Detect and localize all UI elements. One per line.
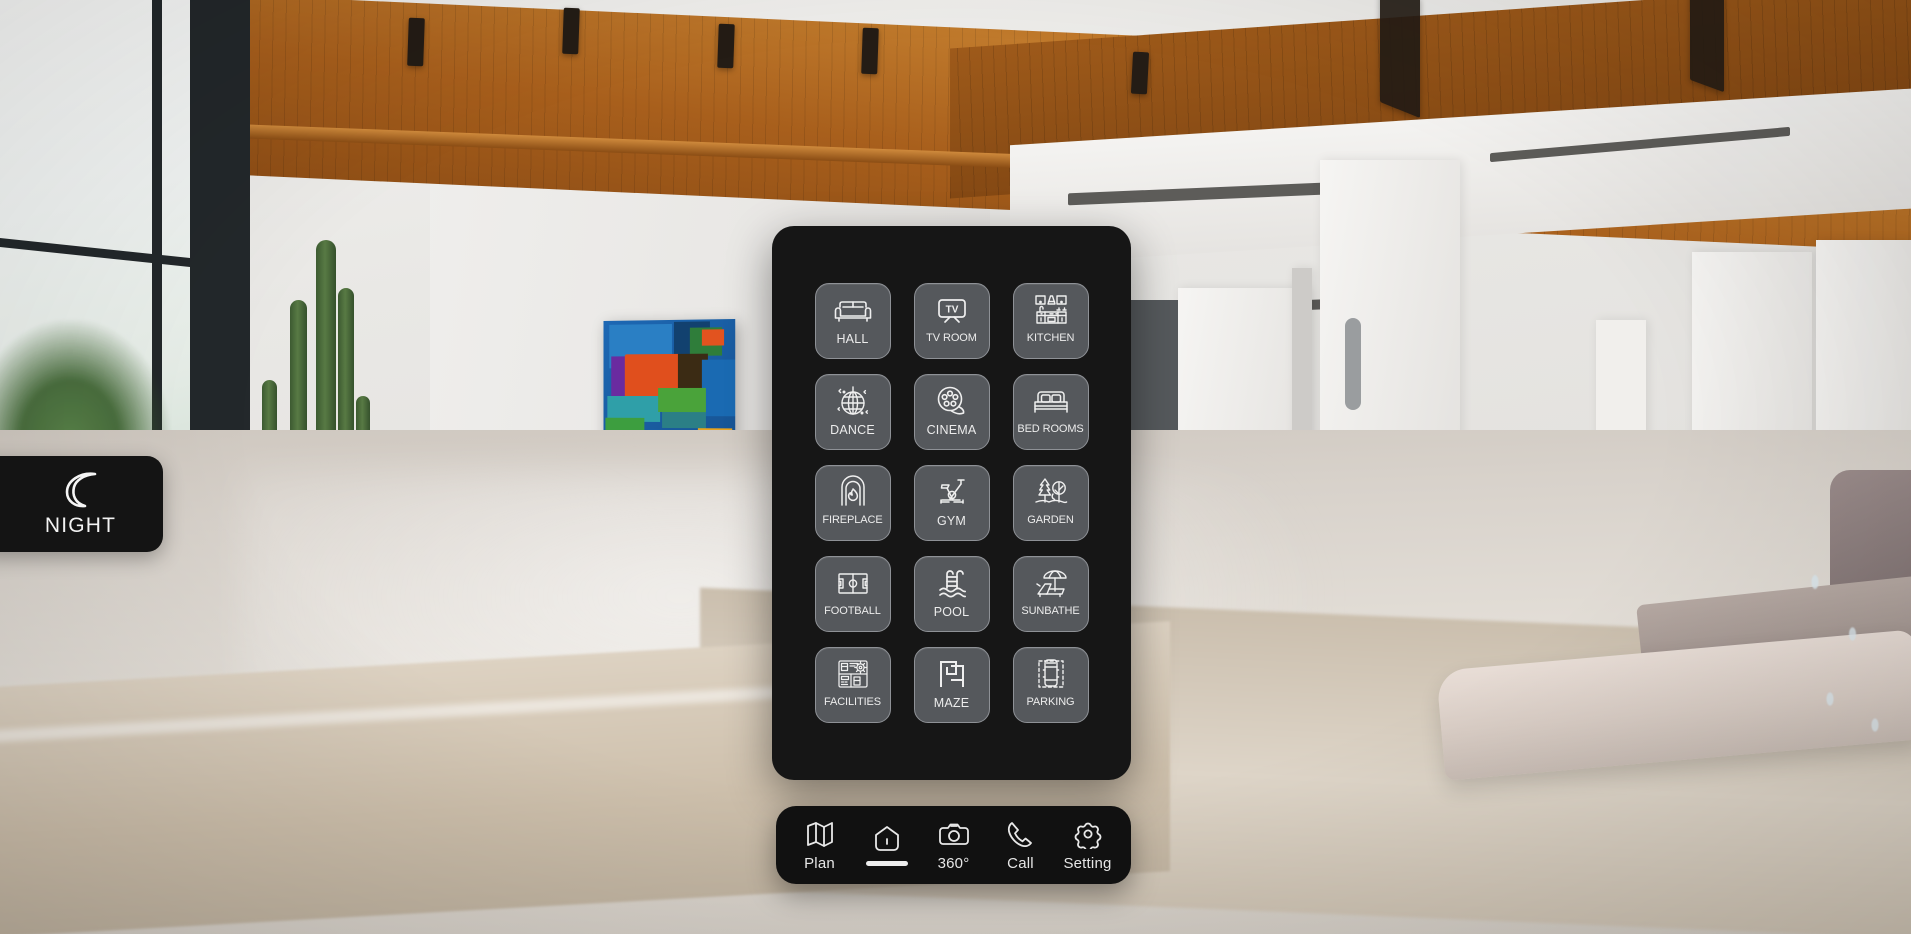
pool-ladder-icon	[930, 564, 974, 604]
virtual-tour-screen: NIGHT HALL TV TV ROOM KITCHEN DANCE CINE…	[0, 0, 1911, 934]
room-menu-grid: HALL TV TV ROOM KITCHEN DANCE CINEMA BED…	[814, 283, 1089, 723]
room-tile-tv-room[interactable]: TV TV ROOM	[913, 283, 990, 359]
room-tile-fireplace[interactable]: FIREPLACE	[814, 465, 891, 541]
ceiling-beam-large	[1380, 0, 1420, 119]
room-tile-pool[interactable]: POOL	[913, 556, 990, 632]
room-tile-maze[interactable]: MAZE	[913, 647, 990, 723]
kitchen-cabinets-icon	[1029, 291, 1073, 331]
moon-icon	[55, 470, 107, 510]
ceiling-beam	[1130, 51, 1150, 95]
television-icon: TV	[930, 291, 974, 331]
toolbar-item-setting[interactable]: Setting	[1059, 819, 1117, 871]
bottom-toolbar: Plan 360° Call Setting	[776, 806, 1131, 884]
room-tile-label: POOL	[933, 605, 970, 619]
home-indicator-bar	[865, 861, 908, 866]
room-tile-label: GARDEN	[1027, 514, 1074, 526]
room-tile-label: FACILITIES	[823, 696, 882, 708]
wall-slot	[1345, 318, 1361, 410]
room-tile-garden[interactable]: GARDEN	[1012, 465, 1089, 541]
disco-ball-icon	[831, 382, 875, 422]
room-tile-bed-rooms[interactable]: BED ROOMS	[1012, 374, 1089, 450]
ceiling-beam	[861, 27, 879, 75]
night-mode-badge[interactable]: NIGHT	[0, 456, 163, 552]
toolbar-label: Call	[1007, 855, 1034, 872]
ceiling-beam-large	[1690, 0, 1724, 93]
sun-lounger-icon	[1029, 564, 1073, 604]
room-tile-football[interactable]: FOOTBALL	[814, 556, 891, 632]
room-tile-label: DANCE	[830, 423, 875, 437]
toolbar-item-call[interactable]: Call	[992, 819, 1050, 871]
room-tile-label: KITCHEN	[1026, 332, 1075, 344]
room-tile-sunbathe[interactable]: SUNBATHE	[1012, 556, 1089, 632]
room-menu-panel: HALL TV TV ROOM KITCHEN DANCE CINEMA BED…	[772, 226, 1131, 780]
blueprint-gear-icon	[831, 655, 875, 695]
fireplace-icon	[831, 473, 875, 513]
room-tile-parking[interactable]: PARKING	[1012, 647, 1089, 723]
room-tile-dance[interactable]: DANCE	[814, 374, 891, 450]
room-tile-label: TV ROOM	[926, 332, 977, 344]
room-tile-kitchen[interactable]: KITCHEN	[1012, 283, 1089, 359]
film-reel-icon	[930, 382, 974, 422]
home-icon	[870, 824, 904, 854]
room-tile-label: HALL	[836, 332, 869, 346]
toolbar-item-home[interactable]	[858, 824, 916, 866]
room-tile-label: MAZE	[933, 696, 970, 710]
parked-car-icon	[1029, 655, 1073, 695]
camera-icon	[937, 819, 971, 849]
room-tile-label: CINEMA	[926, 423, 977, 437]
ceiling-beam	[717, 23, 735, 69]
room-tile-label: SUNBATHE	[1021, 605, 1080, 617]
toolbar-item-360[interactable]: 360°	[925, 819, 983, 871]
ceiling-beam	[407, 17, 425, 67]
trees-icon	[1029, 473, 1073, 513]
room-tile-label: BED ROOMS	[1017, 423, 1084, 435]
room-tile-label: PARKING	[1026, 696, 1075, 708]
decorative-branches	[1770, 530, 1911, 790]
bed-icon	[1029, 382, 1073, 422]
phone-icon	[1004, 819, 1038, 849]
room-tile-cinema[interactable]: CINEMA	[913, 374, 990, 450]
football-pitch-icon	[831, 564, 875, 604]
room-tile-label: GYM	[936, 514, 967, 528]
map-icon	[803, 819, 837, 849]
toolbar-label: Plan	[804, 855, 835, 872]
ceiling-beam	[562, 7, 580, 55]
night-mode-label: NIGHT	[44, 514, 117, 537]
room-tile-label: FIREPLACE	[822, 514, 883, 526]
svg-text:TV: TV	[945, 305, 958, 316]
room-tile-facilities[interactable]: FACILITIES	[814, 647, 891, 723]
maze-icon	[930, 655, 974, 695]
toolbar-item-plan[interactable]: Plan	[791, 819, 849, 871]
gear-icon	[1071, 819, 1105, 849]
exercise-bike-icon	[930, 473, 974, 513]
toolbar-label: Setting	[1063, 855, 1112, 872]
sofa-icon	[831, 291, 875, 331]
room-tile-label: FOOTBALL	[824, 605, 881, 617]
toolbar-label: 360°	[937, 855, 970, 872]
room-tile-gym[interactable]: GYM	[913, 465, 990, 541]
room-tile-hall[interactable]: HALL	[814, 283, 891, 359]
